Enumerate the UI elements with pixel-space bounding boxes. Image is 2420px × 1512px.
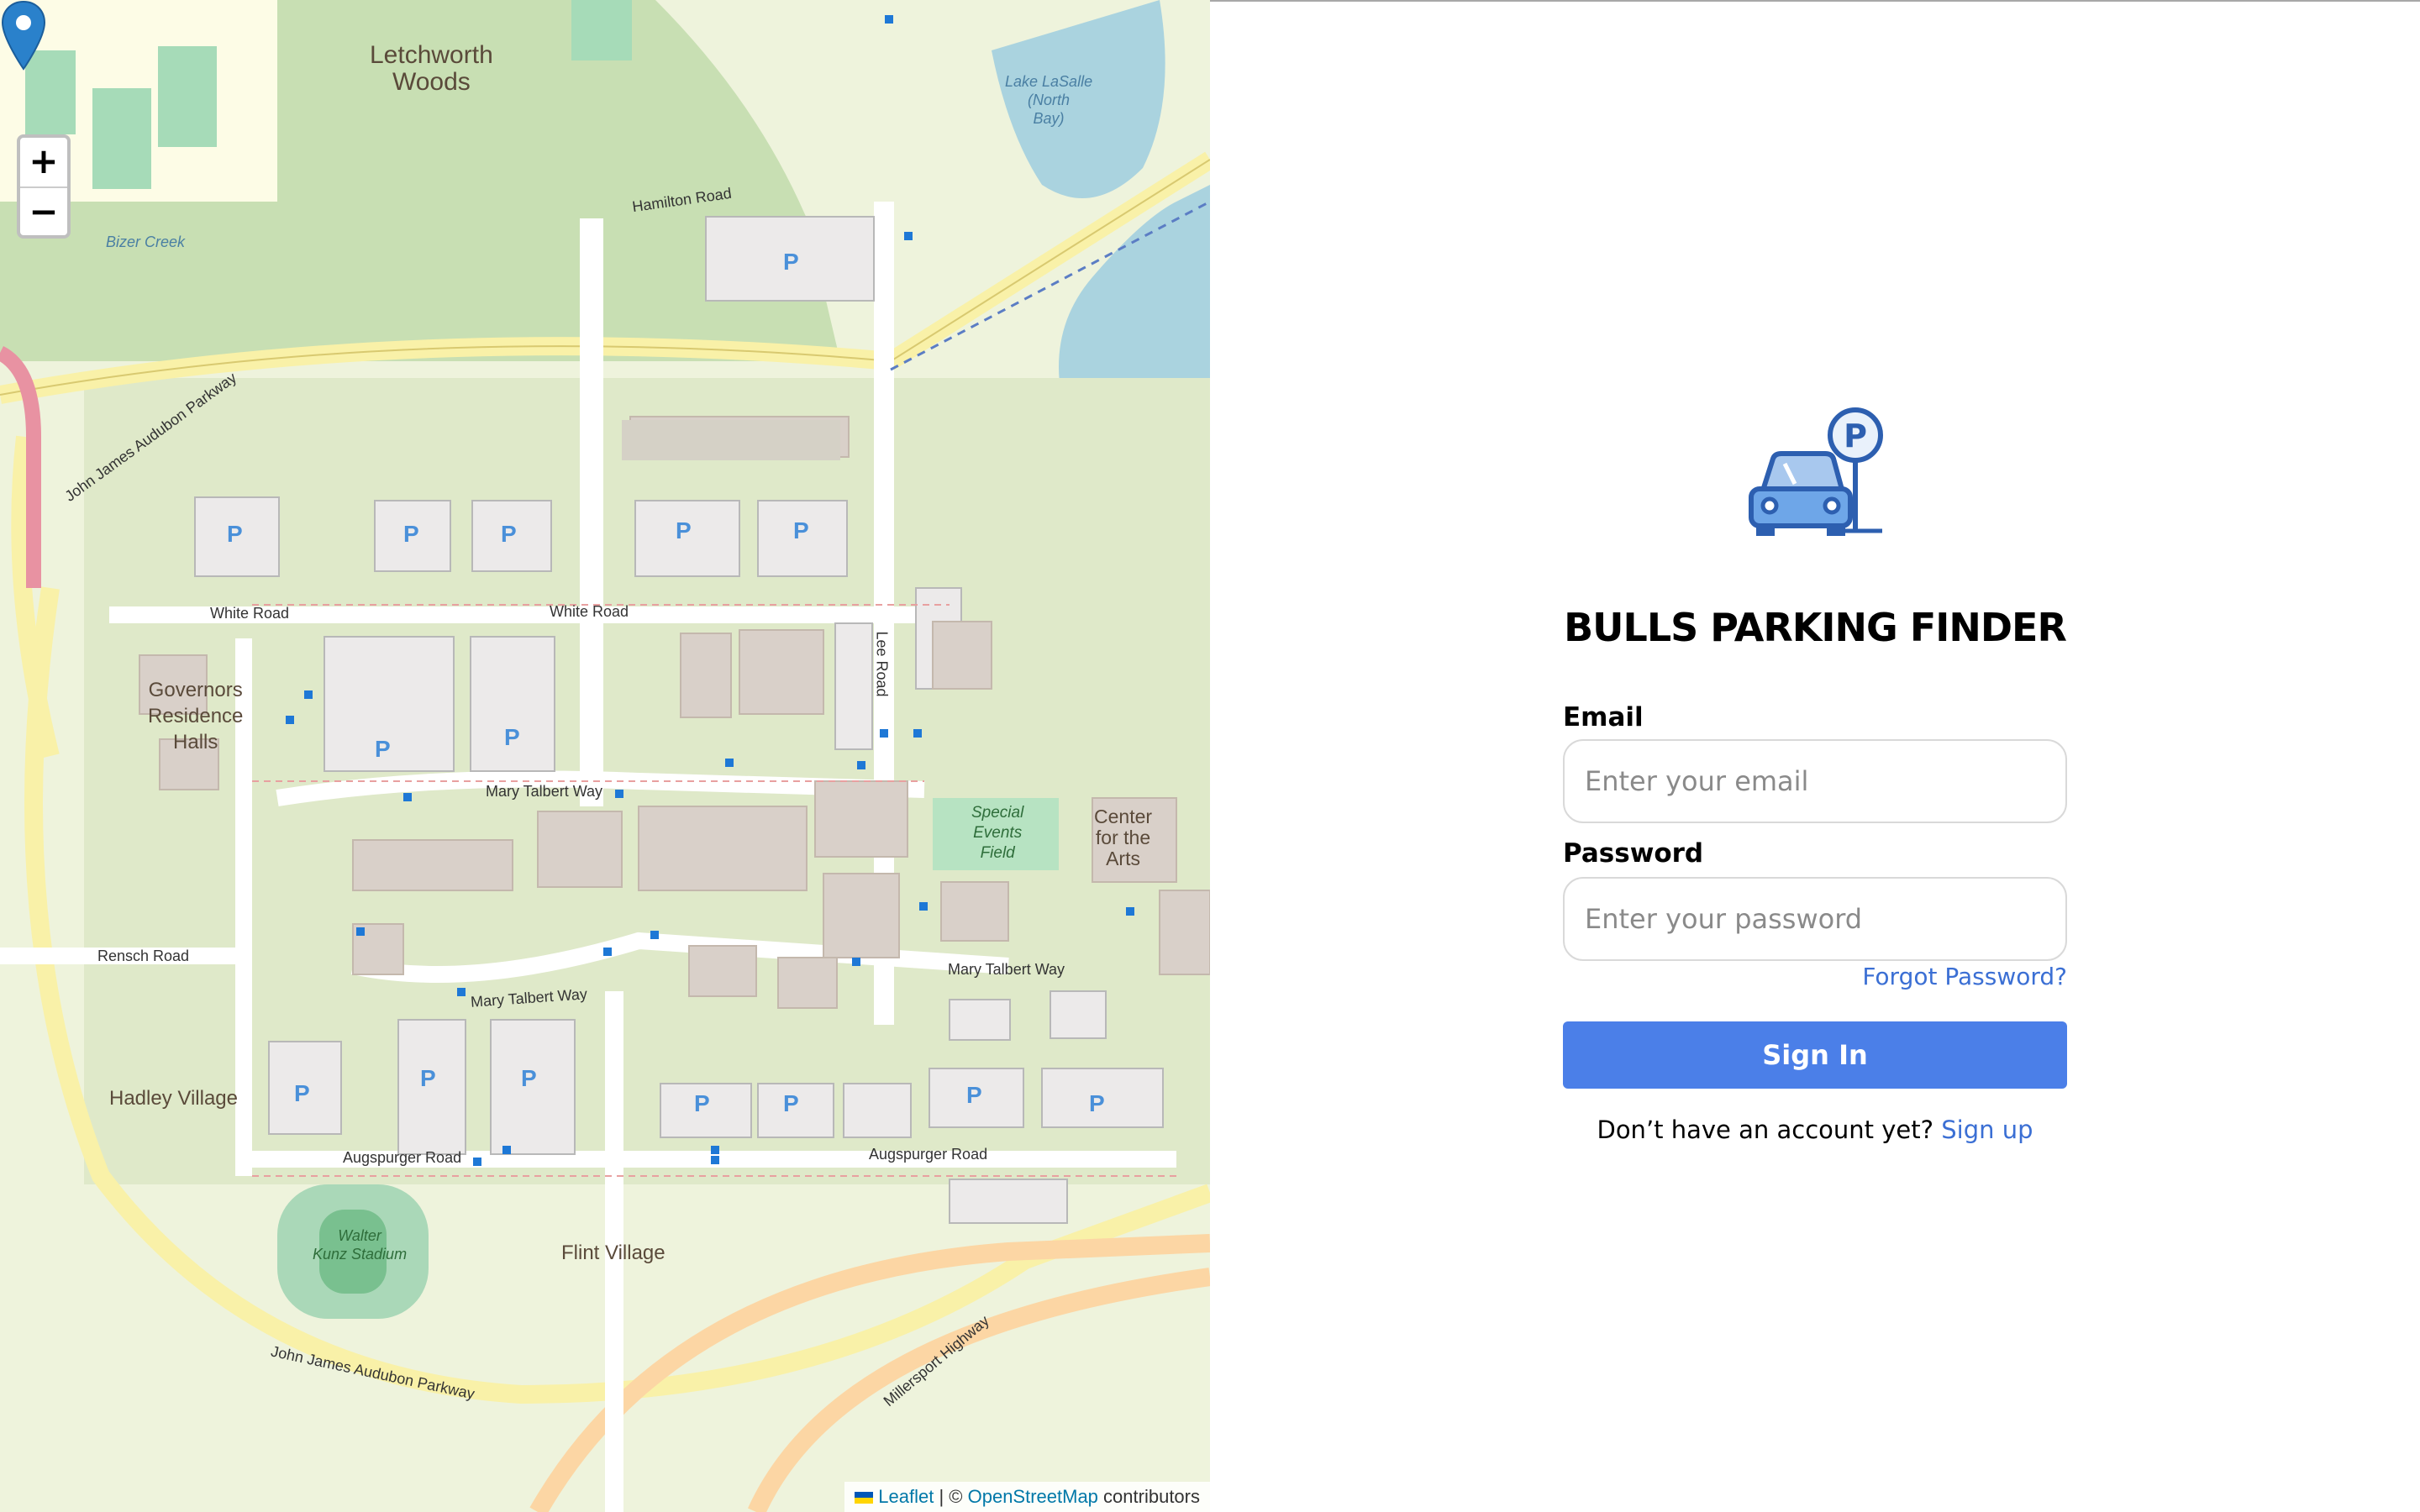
parking-symbol: P [501, 521, 517, 547]
white-road-label-1: White Road [210, 605, 290, 622]
parking-symbol: P [504, 724, 520, 750]
campus-map[interactable]: Letchworth Woods Governors Residence Hal… [0, 0, 1210, 1512]
parking-symbol: P [793, 517, 809, 543]
rensch-road-label: Rensch Road [97, 948, 190, 964]
hadley-village-label: Hadley Village [109, 1087, 238, 1110]
attribution-suffix: contributors [1103, 1486, 1200, 1507]
leaflet-link[interactable]: Leaflet [878, 1486, 934, 1507]
lake-lasalle-label: Lake LaSalle (North Bay) [1005, 73, 1093, 127]
forgot-password-link[interactable]: Forgot Password? [1862, 963, 2067, 990]
ukraine-flag-icon [855, 1492, 874, 1504]
flint-village-label: Flint Village [561, 1242, 666, 1264]
lee-road-label: Lee Road [873, 631, 891, 697]
parking-symbol: P [521, 1065, 537, 1091]
governors-halls-label: Governors Residence Halls [148, 679, 244, 753]
center-arts-label: Center for the Arts [1094, 806, 1153, 869]
parking-symbol: P [783, 249, 799, 275]
parking-symbol: P [694, 1090, 710, 1116]
svg-text:P: P [1844, 417, 1867, 454]
openstreetmap-link[interactable]: OpenStreetMap [968, 1486, 1098, 1507]
parking-symbol: P [676, 517, 692, 543]
parking-symbol: P [783, 1090, 799, 1116]
app-title: BULLS PARKING FINDER [1564, 605, 2067, 650]
map-tiles[interactable] [0, 0, 1210, 1512]
mary-talbert-way-label-3: Mary Talbert Way [948, 961, 1065, 978]
signup-prompt: Don’t have an account yet? Sign up [1563, 1116, 2067, 1144]
email-field[interactable] [1563, 739, 2067, 823]
parking-symbol: P [294, 1080, 310, 1106]
parking-symbol: P [403, 521, 419, 547]
augspurger-road-label-2: Augspurger Road [869, 1146, 988, 1163]
mary-talbert-way-label-1: Mary Talbert Way [486, 783, 603, 800]
sign-in-button[interactable]: Sign In [1563, 1021, 2067, 1089]
white-road-label-2: White Road [550, 603, 629, 620]
sign-up-link[interactable]: Sign up [1941, 1116, 2033, 1144]
parking-symbol: P [227, 521, 243, 547]
zoom-control: + − [17, 134, 71, 239]
password-label: Password [1563, 838, 1704, 869]
bizer-creek-label: Bizer Creek [106, 234, 186, 250]
letchworth-woods-label: Letchworth Woods [370, 41, 493, 96]
no-account-text: Don’t have an account yet? [1597, 1116, 1934, 1144]
map-pin-icon[interactable] [0, 0, 47, 71]
parking-symbol: P [375, 736, 391, 762]
zoom-in-button[interactable]: + [20, 138, 67, 188]
stadium-label: Walter Kunz Stadium [313, 1227, 408, 1263]
car-parking-icon: P [1749, 407, 1883, 536]
special-events-label: Special Events Field [971, 804, 1024, 862]
zoom-out-button[interactable]: − [20, 188, 67, 237]
map-attribution: Leaflet | © OpenStreetMap contributors [844, 1482, 1210, 1512]
parking-symbol: P [966, 1082, 982, 1108]
parking-symbol: P [1089, 1090, 1105, 1116]
augspurger-road-label-1: Augspurger Road [343, 1149, 462, 1166]
attribution-separator: | © [939, 1486, 963, 1507]
parking-symbol: P [420, 1065, 436, 1091]
email-label: Email [1563, 702, 1644, 732]
password-field[interactable] [1563, 877, 2067, 961]
